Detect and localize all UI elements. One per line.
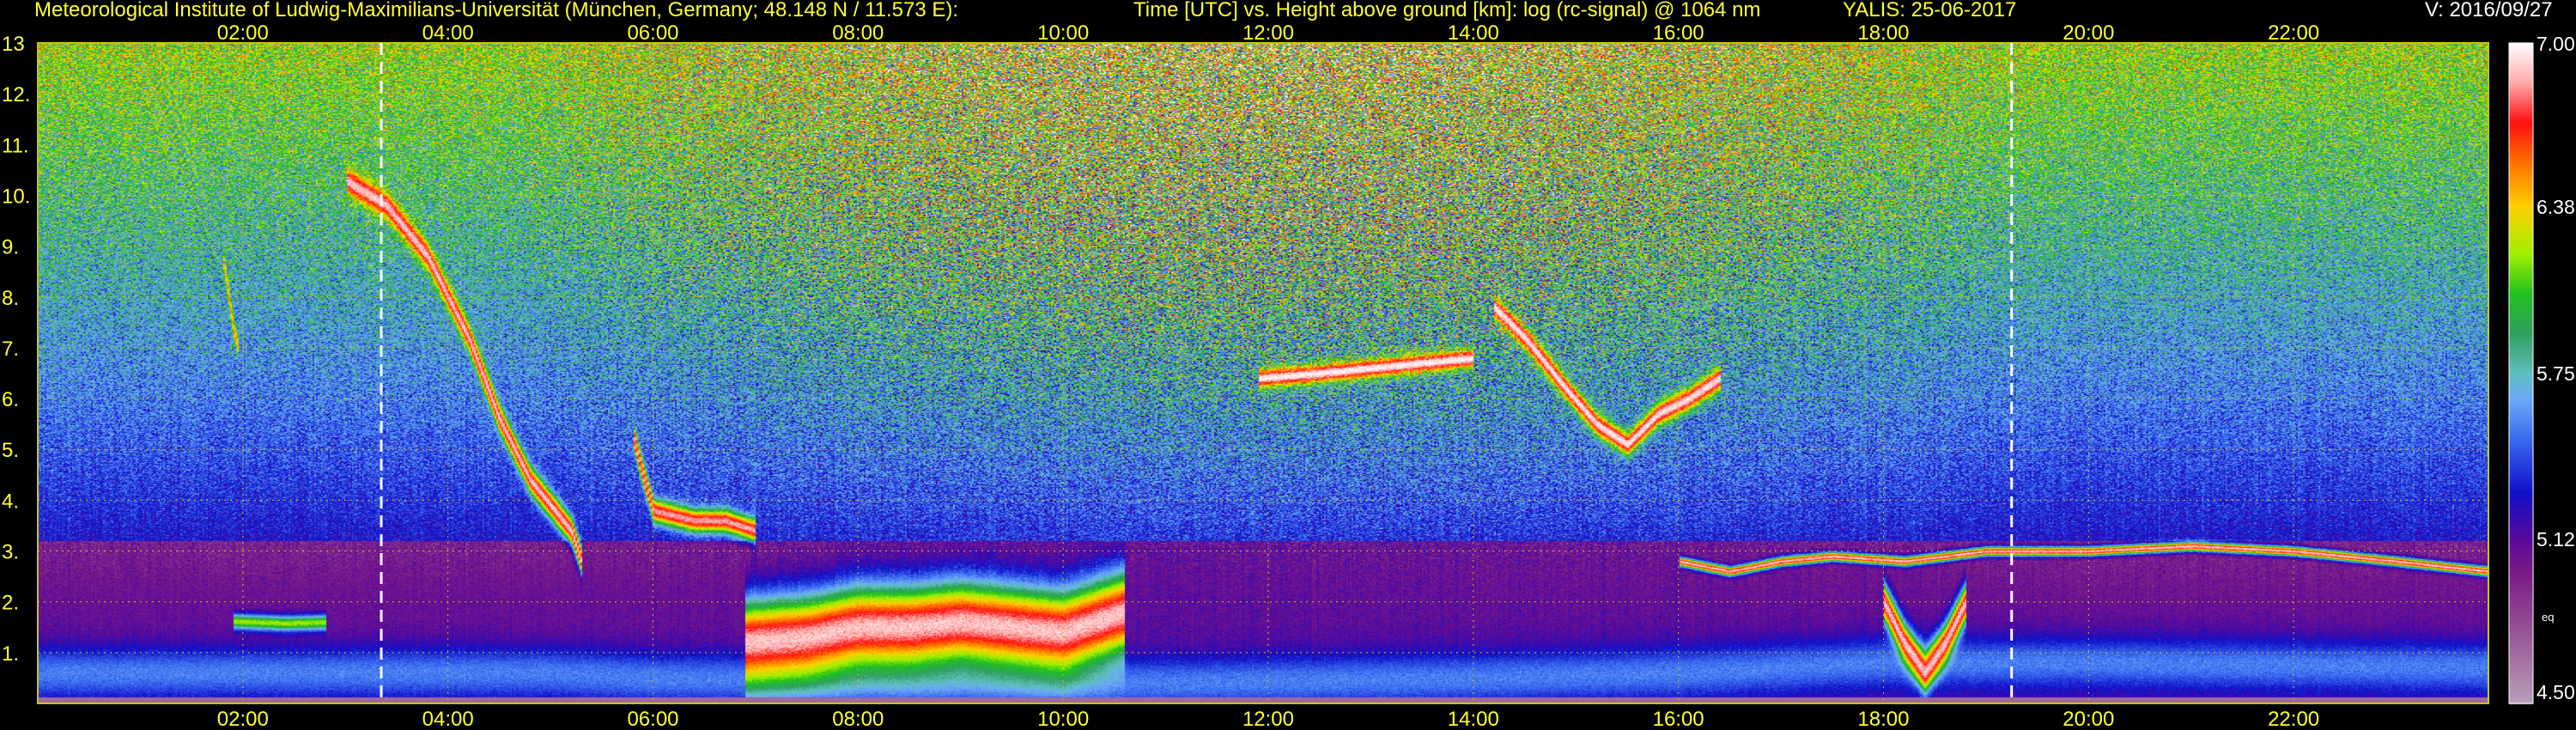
x-tick-label-bottom: 12:00 [1242,708,1294,730]
x-tick-label-top: 14:00 [1448,21,1499,45]
x-tick-label-bottom: 14:00 [1448,708,1499,730]
plot-frame [37,42,2489,704]
x-tick-label-bottom: 06:00 [627,708,678,730]
x-tick-label-top: 12:00 [1242,21,1294,45]
x-tick-label-bottom: 22:00 [2268,708,2319,730]
x-tick-label-bottom: 02:00 [217,708,269,730]
x-tick-label-bottom: 18:00 [1857,708,1909,730]
grid-lines [38,42,2488,703]
x-tick-label-bottom: 16:00 [1653,708,1704,730]
version-label: V: 2016/09/27 [2425,0,2553,21]
colorbar-note: eq [2542,611,2555,624]
y-tick-label: 8. [2,287,19,310]
chart-overlay: 02:00 04:00 06:00 08:00 10:00 12:00 14:00 16:00… [2,21,2534,730]
y-tick-label: 7. [2,338,19,361]
x-tick-label-bottom: 10:00 [1037,708,1089,730]
y-tick-label: 6. [2,388,19,411]
x-tick-label-top: 22:00 [2268,21,2319,45]
x-tick-label-top: 18:00 [1857,21,1909,45]
y-tick-label: 9. [2,236,19,259]
y-tick-label: 12. [2,83,30,106]
y-tick-label: 3. [2,541,19,564]
y-tick-labels: 1. 2. 3. 4. 5. 6. 7. 8. 9. 10. 11. 12. 13 [2,33,30,666]
colorbar-tick-label: 6.38 [2537,195,2575,218]
institute-title: Meteorological Institute of Ludwig-Maxim… [34,0,959,21]
x-tick-label-bottom: 04:00 [422,708,474,730]
x-tick-labels-top: 02:00 04:00 06:00 08:00 10:00 12:00 14:00 16:00… [217,21,2319,45]
y-tick-label: 13 [2,33,25,56]
x-tick-labels-bottom: 02:00 04:00 06:00 08:00 10:00 12:00 14:00 16:00… [217,708,2319,730]
plot-description: Time [UTC] vs. Height above ground [km]:… [1133,0,1761,21]
colorbar-tick-label: 5.75 [2537,362,2575,385]
time-markers [380,43,2014,703]
y-tick-label: 4. [2,490,19,513]
colorbar-tick-label: 7.00 [2537,33,2575,55]
y-tick-label: 10. [2,185,30,208]
instrument-date: YALIS: 25-06-2017 [1843,0,2017,21]
x-tick-label-top: 10:00 [1037,21,1089,45]
x-tick-label-top: 04:00 [422,21,474,45]
y-tick-label: 2. [2,592,19,615]
x-tick-label-top: 02:00 [217,21,269,45]
y-tick-label: 11. [2,134,29,157]
y-tick-label: 5. [2,439,19,462]
colorbar-frame [2508,42,2534,704]
x-tick-label-top: 08:00 [832,21,884,45]
colorbar-tick-label: 4.50 [2537,681,2575,703]
x-tick-label-bottom: 08:00 [832,708,884,730]
x-tick-label-top: 06:00 [627,21,678,45]
x-tick-label-top: 20:00 [2063,21,2114,45]
x-tick-label-top: 16:00 [1653,21,1704,45]
y-tick-label: 1. [2,642,19,666]
plot-border [37,42,2489,704]
x-tick-label-bottom: 20:00 [2063,708,2114,730]
colorbar-tick-label: 5.12 [2537,528,2575,551]
